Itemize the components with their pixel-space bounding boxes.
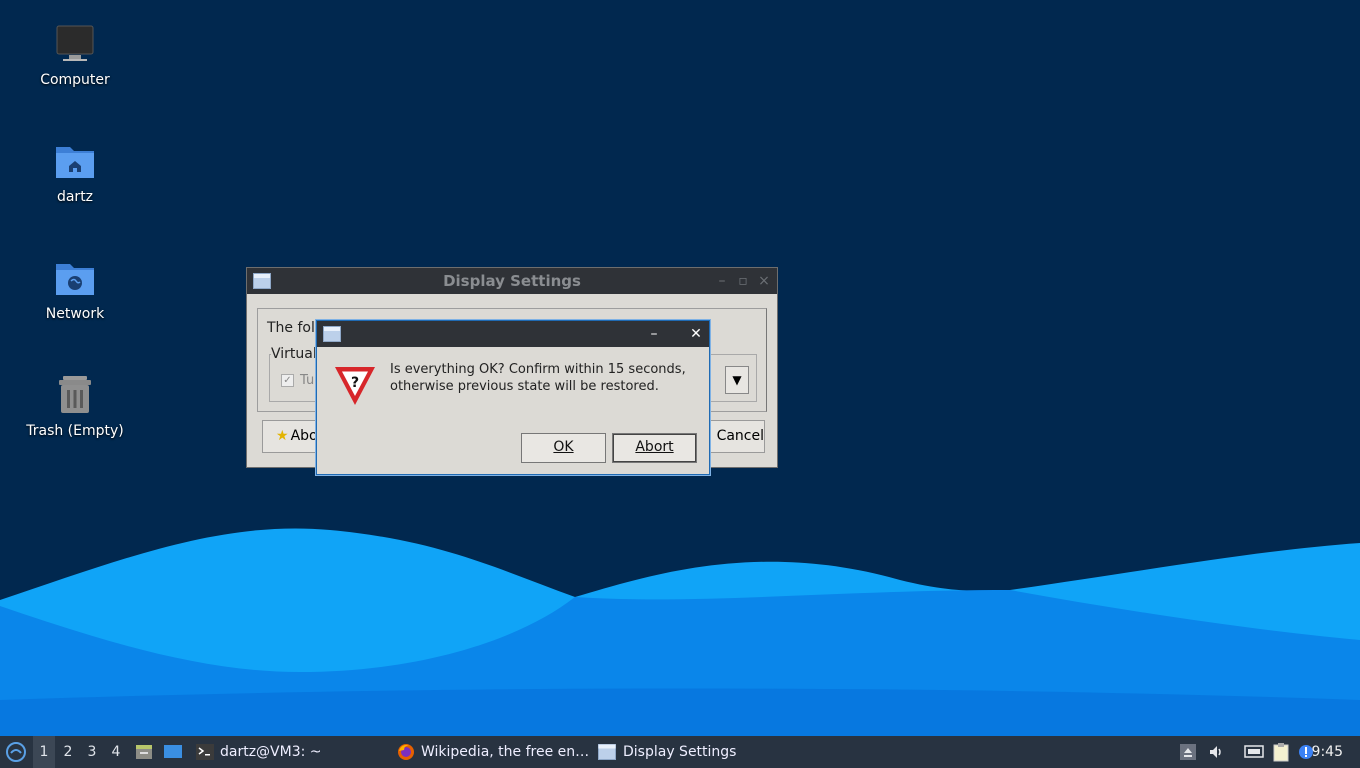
desktop-icon-label: Network [45,306,105,322]
close-icon[interactable]: ✕ [687,325,705,343]
svg-text:?: ? [351,375,359,391]
task-label: dartz@VM3: ~ [220,744,322,760]
taskbar: 1 2 3 4 dartz@VM3: ~ Wikipedia, the free… [0,736,1360,768]
confirm-dialog: – ✕ ? Is everything OK? Confirm within 1… [316,320,710,475]
desktop-icon-label: Trash (Empty) [26,423,124,439]
question-warning-icon: ? [335,367,375,405]
show-desktop-button[interactable] [162,736,184,768]
task-firefox[interactable]: Wikipedia, the free en… [393,736,595,768]
desktop-icon-label: Computer [40,72,110,88]
network-folder-icon [56,264,94,295]
file-manager-launcher[interactable] [134,736,154,768]
desktop-icon-computer[interactable]: Computer [15,22,135,88]
start-menu-button[interactable] [4,736,28,768]
eject-icon[interactable] [1180,744,1196,760]
desktop-icon-network[interactable]: Network [15,256,135,322]
workspace-2[interactable]: 2 [57,736,79,768]
clipboard-icon[interactable] [1271,742,1291,762]
checkbox-label: Tu [300,373,315,388]
task-label: Display Settings [623,744,737,760]
output-group-label: Virtual [271,346,319,362]
workspace-3[interactable]: 3 [81,736,103,768]
workspace-4[interactable]: 4 [105,736,127,768]
desktop-icon-trash[interactable]: Trash (Empty) [15,373,135,439]
volume-icon[interactable] [1208,744,1224,760]
star-icon: ★ [276,428,289,444]
minimize-icon[interactable]: – [713,272,731,290]
trash-icon [59,376,91,413]
window-icon [598,744,616,760]
file-manager-icon [136,745,152,759]
computer-icon [56,25,94,61]
workspace-1[interactable]: 1 [33,736,55,768]
firefox-icon [398,744,414,760]
close-icon[interactable]: × [755,272,773,290]
window-title: Display Settings [443,272,581,290]
task-terminal[interactable]: dartz@VM3: ~ [192,736,391,768]
task-label: Wikipedia, the free en… [421,744,590,760]
ok-button[interactable]: OK [521,433,606,463]
chevron-down-icon[interactable]: ▼ [725,366,749,394]
maximize-icon[interactable]: ▫ [734,272,752,290]
terminal-icon [196,744,214,760]
window-icon [323,326,341,342]
home-folder-icon [56,147,94,178]
network-icon[interactable] [1244,744,1264,760]
settings-description: The foll [267,320,319,336]
desktop-icon [164,745,182,758]
lubuntu-logo-icon [6,742,26,762]
task-display-settings[interactable]: Display Settings [593,736,767,768]
turn-on-checkbox[interactable]: ✓ [281,374,294,387]
window-titlebar[interactable]: Display Settings – ▫ × [247,268,777,294]
dialog-titlebar[interactable]: – ✕ [317,321,709,347]
minimize-icon[interactable]: – [645,325,663,343]
confirm-message: Is everything OK? Confirm within 15 seco… [390,362,686,394]
desktop-icon-label: dartz [56,189,94,205]
abort-button[interactable]: Abort [612,433,697,463]
desktop-icon-home[interactable]: dartz [15,139,135,205]
clock[interactable]: 9:45 [1312,736,1343,768]
